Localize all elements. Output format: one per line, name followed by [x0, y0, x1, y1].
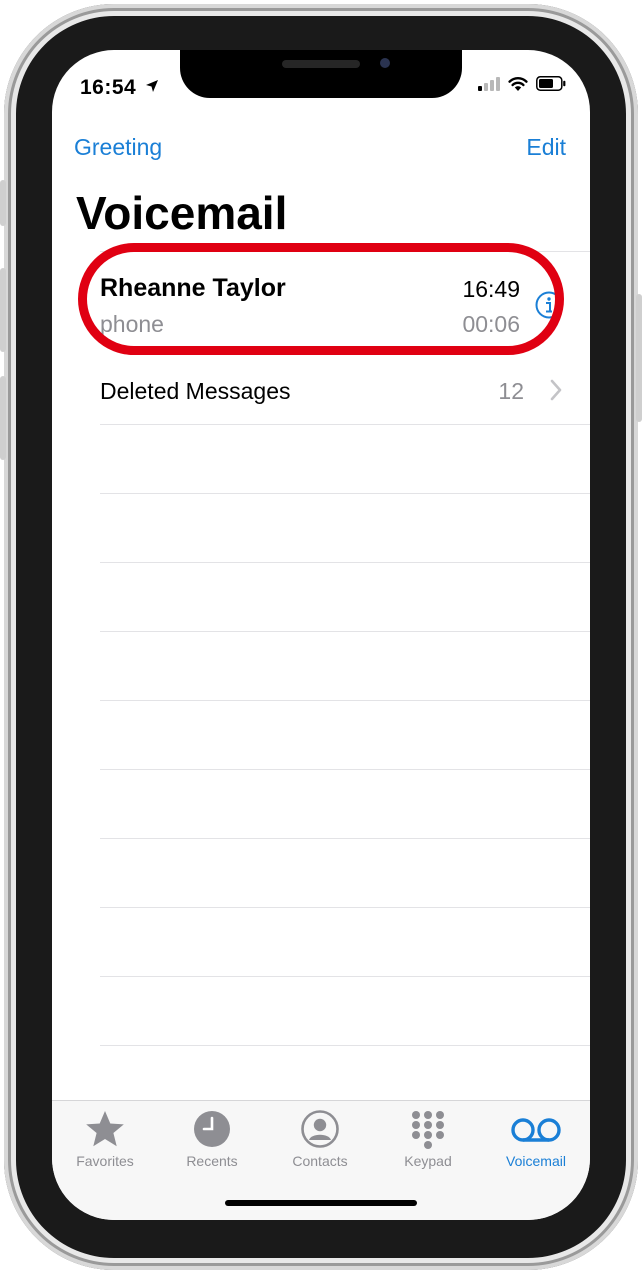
deleted-messages-count: 12 — [498, 378, 524, 404]
status-time-text: 16:54 — [80, 76, 137, 99]
cellular-signal-icon — [478, 76, 500, 91]
voicemail-caller-label: phone — [100, 311, 164, 337]
tab-voicemail[interactable]: Voicemail — [484, 1109, 588, 1179]
wifi-icon — [508, 77, 528, 91]
phone-screen: 16:54 Greeting Edit Voicemail Rheanne Ta… — [52, 50, 590, 1220]
deleted-messages-row[interactable]: Deleted Messages 12 — [52, 360, 590, 424]
battery-icon — [536, 76, 566, 91]
tab-favorites[interactable]: Favorites — [53, 1109, 157, 1179]
voicemail-row[interactable]: Rheanne Taylor phone 16:49 00:06 — [52, 250, 590, 360]
list-separator — [100, 493, 590, 494]
page-title: Voicemail — [76, 187, 288, 239]
clock-icon — [194, 1111, 230, 1147]
front-camera — [380, 58, 390, 68]
tab-recents-label: Recents — [186, 1153, 238, 1169]
notch — [180, 50, 462, 98]
list-separator — [100, 907, 590, 908]
person-icon — [301, 1110, 339, 1148]
list-separator — [100, 1045, 590, 1046]
volume-up-button — [0, 268, 6, 352]
earpiece-speaker — [282, 60, 360, 68]
tab-contacts-label: Contacts — [292, 1153, 348, 1169]
voicemail-icon — [511, 1118, 561, 1142]
list-separator — [100, 769, 590, 770]
keypad-icon — [412, 1111, 444, 1149]
tab-favorites-label: Favorites — [76, 1153, 134, 1169]
info-icon[interactable] — [535, 291, 563, 319]
location-arrow-icon — [145, 80, 158, 92]
tab-keypad-label: Keypad — [404, 1153, 452, 1169]
status-bar-indicators — [478, 76, 566, 91]
list-separator — [100, 631, 590, 632]
home-indicator[interactable] — [225, 1200, 417, 1206]
greeting-link[interactable]: Greeting — [74, 134, 162, 161]
voicemail-time: 16:49 — [462, 276, 520, 302]
list-separator — [100, 700, 590, 701]
list-separator — [100, 976, 590, 977]
tab-recents[interactable]: Recents — [160, 1109, 264, 1179]
tab-contacts[interactable]: Contacts — [268, 1109, 372, 1179]
star-icon — [86, 1111, 124, 1147]
chevron-right-icon — [550, 379, 562, 401]
side-button — [636, 294, 642, 422]
volume-down-button — [0, 376, 6, 460]
voicemail-duration: 00:06 — [462, 311, 520, 337]
list-separator — [100, 424, 590, 425]
status-bar-time: 16:54 — [80, 76, 159, 100]
deleted-messages-label: Deleted Messages — [100, 378, 291, 404]
list-separator — [100, 838, 590, 839]
list-separator — [100, 562, 590, 563]
tab-keypad[interactable]: Keypad — [376, 1109, 480, 1179]
silent-switch — [0, 180, 6, 226]
edit-button[interactable]: Edit — [526, 134, 566, 161]
voicemail-caller-name: Rheanne Taylor — [100, 274, 286, 302]
tab-voicemail-label: Voicemail — [506, 1153, 566, 1169]
